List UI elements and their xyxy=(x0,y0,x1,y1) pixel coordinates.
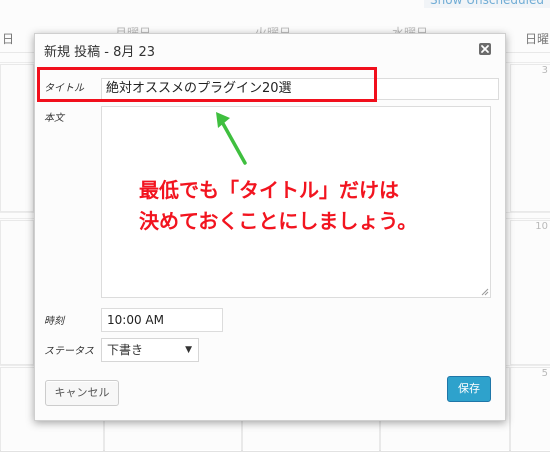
time-label: 時刻 xyxy=(44,316,64,327)
status-select[interactable]: 下書き ▼ xyxy=(101,338,199,362)
annotation-line-2: 決めておくことにしましょう。 xyxy=(139,209,418,233)
dialog-title: 新規 投稿 - 8月 23 xyxy=(44,45,156,60)
close-button[interactable] xyxy=(479,43,491,55)
save-button[interactable]: 保存 xyxy=(447,376,491,402)
status-label: ステータス xyxy=(44,346,94,357)
resize-grip-icon[interactable] xyxy=(481,288,489,296)
close-icon xyxy=(481,45,489,53)
arrow-icon xyxy=(216,112,247,165)
annotation-line-1: 最低でも「タイトル」だけは xyxy=(139,178,399,202)
cancel-button[interactable]: キャンセル xyxy=(45,380,119,406)
time-input[interactable]: 10:00 AM xyxy=(101,308,223,332)
annotation-text: 最低でも「タイトル」だけは 決めておくことにしましょう。 xyxy=(139,175,499,237)
status-selected-value: 下書き xyxy=(107,343,144,357)
chevron-down-icon: ▼ xyxy=(185,345,192,355)
body-label: 本文 xyxy=(44,113,64,124)
dialog-header: 新規 投稿 - 8月 23 xyxy=(35,34,505,64)
title-highlight-box xyxy=(37,67,377,102)
